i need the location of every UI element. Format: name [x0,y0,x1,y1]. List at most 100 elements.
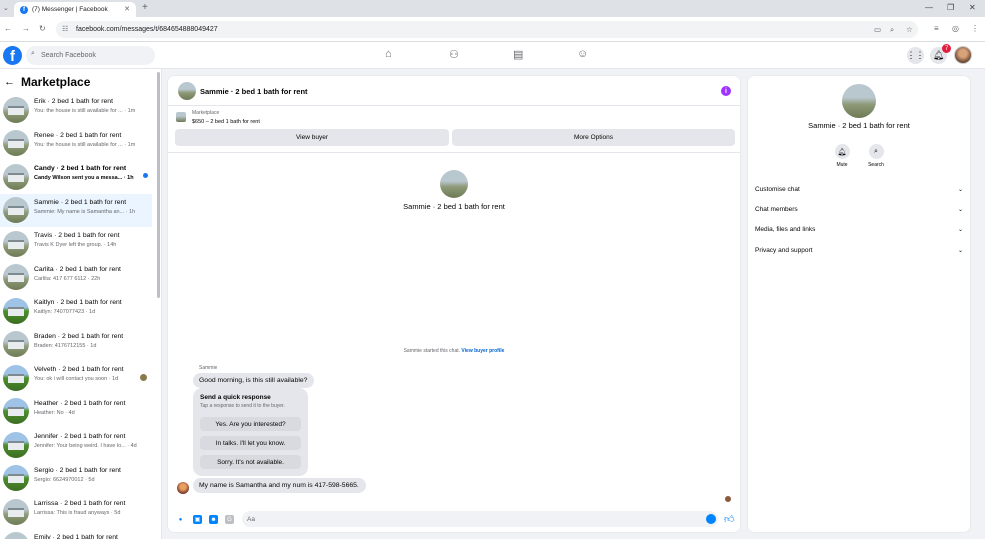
emoji-icon[interactable] [706,514,716,524]
conversation-name: Braden · 2 bed 1 bath for rent [34,332,124,340]
conversation-name: Larrissa · 2 bed 1 bath for rent [34,500,126,507]
conversation-text: Jennifer · 2 bed 1 bath for rent Jennifer… [34,433,146,449]
home-icon[interactable]: ⌂ [385,48,392,60]
tab-search-icon[interactable]: ⌄ [3,4,9,12]
view-buyer-profile-link[interactable]: View buyer profile [461,348,504,354]
forward-icon[interactable]: → [22,24,30,33]
conversation-preview: You: the house is still available for ..… [34,108,136,114]
sender-avatar[interactable] [177,482,189,494]
section-label: Privacy and support [755,246,813,254]
section-label: Customise chat [755,185,800,193]
conversation-item[interactable]: Carlita · 2 bed 1 bath for rent Carlita: … [0,261,152,294]
window-close-icon[interactable]: ✕ [969,3,976,12]
gif-icon[interactable]: G [225,515,234,524]
groups-icon[interactable]: ☺ [577,48,588,60]
conversation-name: Travis · 2 bed 1 bath for rent [34,232,120,239]
conversation-item[interactable]: Renee · 2 bed 1 bath for rent You: the ho… [0,127,152,160]
conversation-text: Candy · 2 bed 1 bath for rent Candy Wilso… [34,165,146,181]
conversation-item[interactable]: Velveth · 2 bed 1 bath for rent You: ok i… [0,361,152,394]
started-text: Sammie started this chat. [403,348,461,354]
browser-tab[interactable]: f (7) Messenger | Facebook ✕ [14,2,136,17]
site-info-icon[interactable]: ☷ [62,25,68,33]
browser-toolbar: ← → ↻ ☷ facebook.com/messages/t/68465488… [0,17,985,42]
tab-close-icon[interactable]: ✕ [124,5,130,13]
facebook-search-input[interactable]: ⌕ Search Facebook [26,46,155,65]
sidebar-scrollbar[interactable] [157,72,160,298]
conversation-item[interactable]: Travis · 2 bed 1 bath for rent Travis K D… [0,227,152,260]
listing-thumbnail[interactable] [176,112,186,122]
conversation-item[interactable]: Braden · 2 bed 1 bath for rent Braden: 41… [0,328,152,361]
sidebar-title: Marketplace [21,75,91,89]
bookmark-star-icon[interactable]: ☆ [906,25,913,34]
customise-chat-row[interactable]: Customise chat ⌄ [755,182,963,196]
conversation-text: Carlita · 2 bed 1 bath for rent Carlita: … [34,266,146,282]
media-files-links-row[interactable]: Media, files and links ⌄ [755,222,963,236]
photo-icon[interactable]: ▣ [193,515,202,524]
conversation-text: Kaitlyn · 2 bed 1 bath for rent Kaitlyn: … [34,299,146,315]
chat-title[interactable]: Sammie · 2 bed 1 bath for rent [200,87,308,96]
reload-icon[interactable]: ↻ [39,24,46,33]
conversation-item[interactable]: Emily · 2 bed 1 bath for rent [0,529,152,539]
conversation-text: Larrissa · 2 bed 1 bath for rent Larrissa… [34,500,146,516]
listing-price[interactable]: $650 – 2 bed 1 bath for rent [192,119,260,125]
quick-response-yes-button[interactable]: Yes. Are you interested? [200,417,301,431]
minimize-icon[interactable]: — [925,3,933,12]
browser-profile-icon[interactable]: ◎ [952,24,959,33]
quick-response-talks-button[interactable]: In talks. I'll let you know. [200,436,301,450]
quick-response-unavailable-button[interactable]: Sorry. It's not available. [200,455,301,469]
search-conversation-button[interactable]: ⌕ Search [861,144,891,168]
microphone-icon[interactable]: ● [176,515,185,524]
new-tab-icon[interactable]: + [142,2,148,13]
browser-tabstrip: ⌄ f (7) Messenger | Facebook ✕ + — ❐ ✕ [0,0,985,17]
conversation-text: Sammie · 2 bed 1 bath for rent Sammie: My… [34,199,146,215]
chevron-down-icon: ⌄ [957,247,963,254]
thumbs-up-icon[interactable]: 👍︎ [724,513,734,525]
conversation-preview: Sammie: My name is Samantha an... · 1h [34,208,136,215]
info-icon[interactable]: i [721,86,731,96]
restore-icon[interactable]: ❐ [947,3,954,12]
conversation-text: Emily · 2 bed 1 bath for rent [34,534,146,539]
conversation-text: Velveth · 2 bed 1 bath for rent You: ok i… [34,366,146,382]
conversation-item[interactable]: Erik · 2 bed 1 bath for rent You: the hou… [0,93,152,126]
conversation-item[interactable]: Sergio · 2 bed 1 bath for rent Sergio: 66… [0,462,152,495]
details-avatar[interactable] [842,84,876,118]
cast-icon[interactable]: ▭ [874,25,881,34]
conversation-preview: Jennifer: Your being weird. I have lo...… [34,443,137,449]
sticker-icon[interactable]: ☻ [209,515,218,524]
privacy-support-row[interactable]: Privacy and support ⌄ [755,243,963,257]
mute-button[interactable]: 🔔︎ Mute [827,144,857,168]
message-bubble[interactable]: My name is Samantha and my num is 417-59… [193,478,366,493]
conversation-text: Renee · 2 bed 1 bath for rent You: the ho… [34,132,146,148]
conversation-item[interactable]: Kaitlyn · 2 bed 1 bath for rent Kaitlyn: … [0,294,152,327]
address-bar[interactable]: ☷ facebook.com/messages/t/6846548880494​… [56,21,918,38]
profile-avatar[interactable] [954,46,972,64]
conversation-item[interactable]: Heather · 2 bed 1 bath for rent Heather: … [0,395,152,428]
zoom-icon[interactable]: ⌕ [890,25,894,35]
more-options-button[interactable]: More Options [452,129,735,146]
facebook-logo-icon[interactable]: f [3,46,22,65]
view-buyer-button[interactable]: View buyer [175,129,449,146]
conversation-item[interactable]: Jennifer · 2 bed 1 bath for rent Jennifer… [0,428,152,461]
chevron-down-icon: ⌄ [957,206,963,213]
marketplace-icon[interactable]: ▤ [513,48,523,61]
chat-avatar[interactable] [178,82,196,100]
message-bubble[interactable]: Good morning, is this still available? [193,373,314,388]
conversation-name: Heather · 2 bed 1 bath for rent [34,399,126,407]
listing-thumbnail [3,96,29,123]
sender-name: Sammie [199,365,218,371]
conversation-avatar[interactable] [440,170,468,198]
back-icon[interactable]: ← [4,24,12,33]
listing-thumbnail [3,197,29,223]
browser-menu-icon[interactable]: ⋮ [971,24,979,33]
section-label: Chat members [755,205,798,213]
reading-list-icon[interactable]: ≡ [934,24,939,33]
conversation-item[interactable]: Candy · 2 bed 1 bath for rent Candy Wilso… [0,160,152,193]
conversation-item[interactable]: Sammie · 2 bed 1 bath for rent Sammie: My… [0,193,152,227]
message-input[interactable]: Aa [242,511,718,527]
menu-grid-icon[interactable]: ⋮⋮ [907,47,925,64]
friends-icon[interactable]: ⚇ [449,48,459,61]
url-text: facebook.com/messages/t/6846548880494​27 [76,26,218,33]
chat-members-row[interactable]: Chat members ⌄ [755,202,963,216]
back-arrow-icon[interactable]: ← [4,76,15,88]
conversation-item[interactable]: Larrissa · 2 bed 1 bath for rent Larrissa… [0,495,152,528]
